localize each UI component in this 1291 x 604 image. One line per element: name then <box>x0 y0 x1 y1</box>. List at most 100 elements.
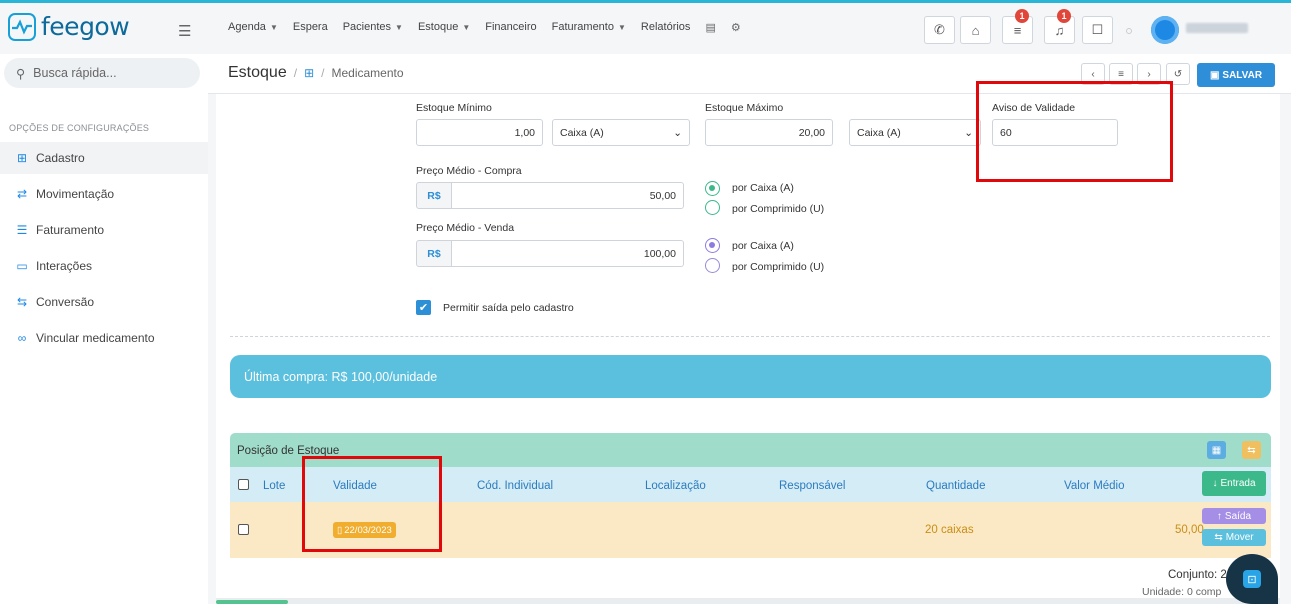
sidebar-item-cadastro[interactable]: ⊞ Cadastro <box>0 142 208 174</box>
column-lote[interactable]: Lote <box>263 480 285 492</box>
hamburger-menu-icon[interactable]: ☰ <box>178 22 191 40</box>
grid-icon: ▦ <box>1211 444 1222 456</box>
mover-button[interactable]: ⇆ Mover <box>1202 529 1266 546</box>
sidebar-item-faturamento[interactable]: ☰ Faturamento <box>0 214 208 246</box>
inbox-icon: ⌂ <box>971 22 980 38</box>
currency-addon: R$ <box>416 182 452 209</box>
nav-estoque[interactable]: Estoque ▼ <box>418 21 470 34</box>
estoque-maximo-unit-select[interactable]: Caixa (A) ⌄ <box>849 119 981 146</box>
venda-por-comprimido-label: por Comprimido (U) <box>732 261 825 273</box>
database-icon[interactable]: ▤ <box>705 21 715 34</box>
chevron-down-icon: ⌄ <box>964 126 973 139</box>
tasks-badge: 1 <box>1015 9 1029 23</box>
section-divider <box>230 336 1270 337</box>
tasks-list-icon: ≡ <box>1013 22 1022 38</box>
breadcrumb-medicamento: Medicamento <box>331 66 404 80</box>
compra-por-comprimido-radio[interactable] <box>705 200 720 215</box>
estoque-minimo-input[interactable]: 1,00 <box>416 119 543 146</box>
venda-por-caixa-radio[interactable] <box>705 238 720 253</box>
select-all-checkbox[interactable] <box>238 479 249 490</box>
nav-faturamento[interactable]: Faturamento ▼ <box>552 21 626 34</box>
column-cod-individual[interactable]: Cód. Individual <box>477 480 553 492</box>
notifications-badge: 1 <box>1057 9 1071 23</box>
avatar[interactable] <box>1151 16 1179 44</box>
last-purchase-banner: Última compra: R$ 100,00/unidade <box>230 355 1271 398</box>
logo[interactable]: feegow <box>8 12 130 41</box>
column-quantidade[interactable]: Quantidade <box>926 480 985 492</box>
gear-icon[interactable]: ⚙ <box>731 21 741 34</box>
column-localizacao[interactable]: Localização <box>645 480 706 492</box>
row-valor-medio: 50,00 <box>1175 524 1204 536</box>
highlight-validade-column <box>302 456 442 552</box>
currency-addon: R$ <box>416 240 452 267</box>
arrow-out-icon: ↑ <box>1216 510 1222 522</box>
estoque-maximo-input[interactable]: 20,00 <box>705 119 833 146</box>
column-valor-medio[interactable]: Valor Médio <box>1064 480 1125 492</box>
row-checkbox[interactable] <box>238 524 249 535</box>
phone-button[interactable]: ✆ <box>924 16 955 44</box>
save-button[interactable]: ▣ SALVAR <box>1197 63 1275 87</box>
compra-por-caixa-radio[interactable] <box>705 181 720 196</box>
history-icon: ↺ <box>1173 68 1183 80</box>
chat-widget-icon: ⊡ <box>1243 570 1261 588</box>
inbox-button[interactable]: ⌂ <box>960 16 991 44</box>
nav-relatorios[interactable]: Relatórios <box>641 21 691 34</box>
highlight-aviso-validade <box>976 81 1173 182</box>
sidebar-item-interacoes[interactable]: ▭ Interações <box>0 250 208 282</box>
footer-conjunto: Conjunto: 2 <box>1168 569 1227 581</box>
venda-por-comprimido-radio[interactable] <box>705 258 720 273</box>
horizontal-scrollbar[interactable] <box>216 598 1280 604</box>
sidebar-item-movimentacao[interactable]: ⇄ Movimentação <box>0 178 208 210</box>
check-icon: ✔ <box>418 302 429 314</box>
nav-espera[interactable]: Espera <box>293 21 328 34</box>
plus-box-icon: ⊞ <box>16 151 28 165</box>
transfer-button[interactable]: ⇆ <box>1242 441 1261 459</box>
search-placeholder: Busca rápida... <box>33 66 117 80</box>
nav-agenda[interactable]: Agenda ▼ <box>228 21 278 34</box>
save-icon: ▣ <box>1209 69 1220 81</box>
entrada-button[interactable]: ↓ Entrada <box>1202 471 1266 496</box>
transfer-arrows-icon: ⇄ <box>16 187 28 201</box>
estoque-minimo-unit-select[interactable]: Caixa (A) ⌄ <box>552 119 690 146</box>
sidebar-item-conversao[interactable]: ⇆ Conversão <box>0 286 208 318</box>
estoque-maximo-label: Estoque Máximo <box>705 102 784 114</box>
preco-compra-input[interactable]: 50,00 <box>451 182 684 209</box>
permitir-saida-label: Permitir saída pelo cadastro <box>443 302 574 314</box>
list-icon: ☰ <box>16 223 28 237</box>
username-blurred[interactable] <box>1186 23 1248 33</box>
breadcrumb: Estoque / ⊞ / Medicamento <box>228 64 404 82</box>
top-navigation: Agenda ▼ Espera Pacientes ▼ Estoque ▼ Finan… <box>228 21 741 34</box>
convert-icon: ⇆ <box>16 295 28 309</box>
chat-button[interactable]: ☐ <box>1082 16 1113 44</box>
nav-financeiro[interactable]: Financeiro <box>485 21 536 34</box>
venda-por-caixa-label: por Caixa (A) <box>732 240 794 252</box>
floating-action-button[interactable]: ⊡ <box>1226 554 1278 604</box>
phone-icon: ✆ <box>934 22 945 37</box>
row-quantidade: 20 caixas <box>925 524 974 536</box>
preco-venda-input[interactable]: 100,00 <box>451 240 684 267</box>
nav-pacientes[interactable]: Pacientes ▼ <box>343 21 403 34</box>
preco-venda-label: Preço Médio - Venda <box>416 222 515 234</box>
scrollbar-thumb[interactable] <box>216 600 288 604</box>
breadcrumb-separator: / <box>293 66 298 80</box>
move-icon: ⇆ <box>1214 532 1223 543</box>
view-button[interactable]: ▦ <box>1207 441 1226 459</box>
chevron-left-icon: ‹ <box>1091 68 1095 80</box>
notifications-button[interactable]: ♫ 1 <box>1044 9 1075 44</box>
permitir-saida-checkbox[interactable]: ✔ <box>416 300 431 315</box>
search-input[interactable]: ⚲ Busca rápida... <box>4 58 200 88</box>
tasks-button[interactable]: ≡ 1 <box>1002 9 1033 44</box>
estoque-minimo-label: Estoque Mínimo <box>416 102 492 114</box>
convert-icon: ⇆ <box>1247 444 1256 456</box>
sidebar-item-vincular-medicamento[interactable]: ∞ Vincular medicamento <box>0 322 208 354</box>
top-accent-line <box>0 0 1291 3</box>
arrow-in-icon: ↓ <box>1212 478 1218 489</box>
breadcrumb-separator: / <box>321 66 325 80</box>
link-icon: ∞ <box>17 331 27 345</box>
bell-icon: ♫ <box>1054 22 1065 38</box>
column-responsavel[interactable]: Responsável <box>779 480 845 492</box>
saida-button[interactable]: ↑ Saída <box>1202 508 1266 524</box>
breadcrumb-estoque[interactable]: Estoque <box>228 64 287 82</box>
last-purchase-text: Última compra: R$ 100,00/unidade <box>244 369 438 384</box>
chevron-right-icon: › <box>1147 68 1151 80</box>
